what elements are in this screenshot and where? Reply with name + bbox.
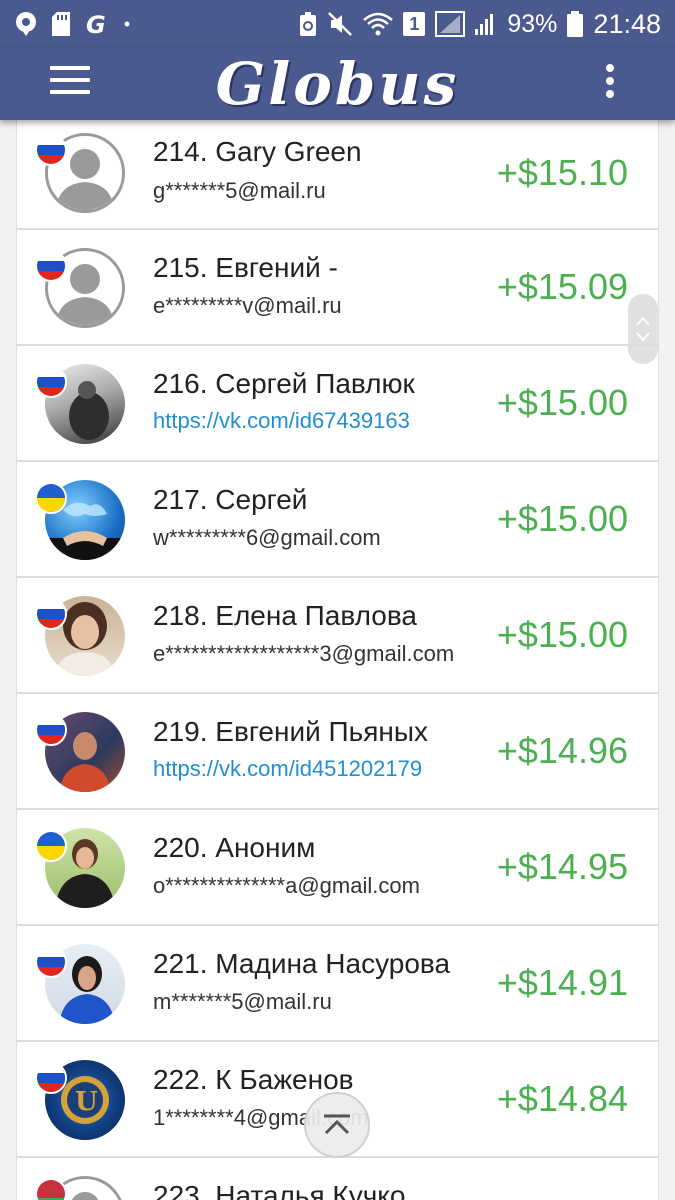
user-name: 222. К Баженов [153,1064,354,1095]
user-name: 214. Gary Green [153,136,362,167]
app-logo: Globus [215,50,460,118]
list-item[interactable]: 216. Сергей Павлюк https://vk.com/id6743… [16,346,659,462]
recycle-battery-icon [299,11,317,37]
user-email: o**************a@gmail.com [153,873,420,898]
earning-amount: +$14.91 [496,962,628,1003]
earning-amount: +$15.09 [496,266,628,307]
signal-sim1-icon [435,11,466,37]
earning-amount: +$15.00 [496,498,628,539]
g-app-icon: G [84,11,110,37]
user-email: g*******5@mail.ru [153,178,326,203]
user-email: m*******5@mail.ru [153,989,332,1014]
fast-scroll-handle[interactable] [628,294,658,364]
chevron-down-icon [636,332,650,342]
ukraine-flag-icon [35,830,67,862]
user-name: 215. Евгений - [153,252,338,283]
user-name: 220. Аноним [153,832,316,863]
leaderboard-list: 214. Gary Green g*******5@mail.ru +$15.1… [16,120,659,1200]
battery-icon [567,11,584,37]
list-item[interactable]: 215. Евгений - e*********v@mail.ru +$15.… [16,230,659,346]
user-name: 217. Сергей [153,484,308,515]
user-name: 223. Наталья Кучко [153,1180,406,1200]
battery-percent: 93% [507,9,558,38]
chevron-up-icon [636,316,650,326]
user-profile-link[interactable]: https://vk.com/id451202179 [153,756,422,782]
more-options-icon[interactable] [603,64,617,104]
russia-flag-icon [35,250,67,282]
list-item[interactable]: 217. Сергей w*********6@gmail.com +$15.0… [16,462,659,578]
list-item[interactable]: 214. Gary Green g*******5@mail.ru +$15.1… [16,120,659,230]
belarus-flag-icon [35,1178,67,1200]
signal-icon [475,11,497,37]
list-item[interactable]: 218. Елена Павлова e******************3@… [16,578,659,694]
app-bar: Globus [0,48,675,120]
sim-badge-icon: 1 [403,12,426,36]
user-name: 216. Сергей Павлюк [153,368,415,399]
russia-flag-icon [35,946,67,978]
scroll-to-top-button[interactable] [304,1092,370,1158]
status-right: 1 93% 21:48 [299,9,661,40]
list-item[interactable]: 221. Мадина Насурова m*******5@mail.ru +… [16,926,659,1042]
user-email: w*********6@gmail.com [153,525,381,550]
russia-flag-icon [35,1062,67,1094]
earning-amount: +$14.95 [496,846,628,887]
list-item[interactable]: 223. Наталья Кучко [16,1158,659,1200]
location-pin-icon [14,11,38,37]
sd-card-icon [52,12,70,36]
svg-text:U: U [75,1087,98,1117]
user-email: e*********v@mail.ru [153,293,342,318]
svg-text:G: G [86,11,106,37]
earning-amount: +$14.96 [496,730,628,771]
list-item[interactable]: 219. Евгений Пьяных https://vk.com/id451… [16,694,659,810]
user-name: 221. Мадина Насурова [153,948,451,979]
mute-icon [327,11,353,37]
user-name: 218. Елена Павлова [153,600,417,631]
user-email: e******************3@gmail.com [153,641,455,666]
russia-flag-icon [35,366,67,398]
earning-amount: +$15.00 [496,614,628,655]
earning-amount: +$15.00 [496,382,628,423]
wifi-icon [363,12,394,36]
dot-icon [124,21,130,27]
user-profile-link[interactable]: https://vk.com/id67439163 [153,408,410,434]
ukraine-flag-icon [35,482,67,514]
clock: 21:48 [593,8,661,39]
earning-amount: +$15.10 [496,152,628,193]
status-bar: G 1 93% 21:48 [0,0,675,48]
earning-amount: +$14.84 [496,1078,628,1119]
russia-flag-icon [35,714,67,746]
russia-flag-icon [35,134,67,166]
arrow-to-top-icon [324,1114,350,1135]
list-item[interactable]: 220. Аноним o**************a@gmail.com +… [16,810,659,926]
user-name: 219. Евгений Пьяных [153,716,428,747]
russia-flag-icon [35,598,67,630]
status-left: G [14,11,130,37]
